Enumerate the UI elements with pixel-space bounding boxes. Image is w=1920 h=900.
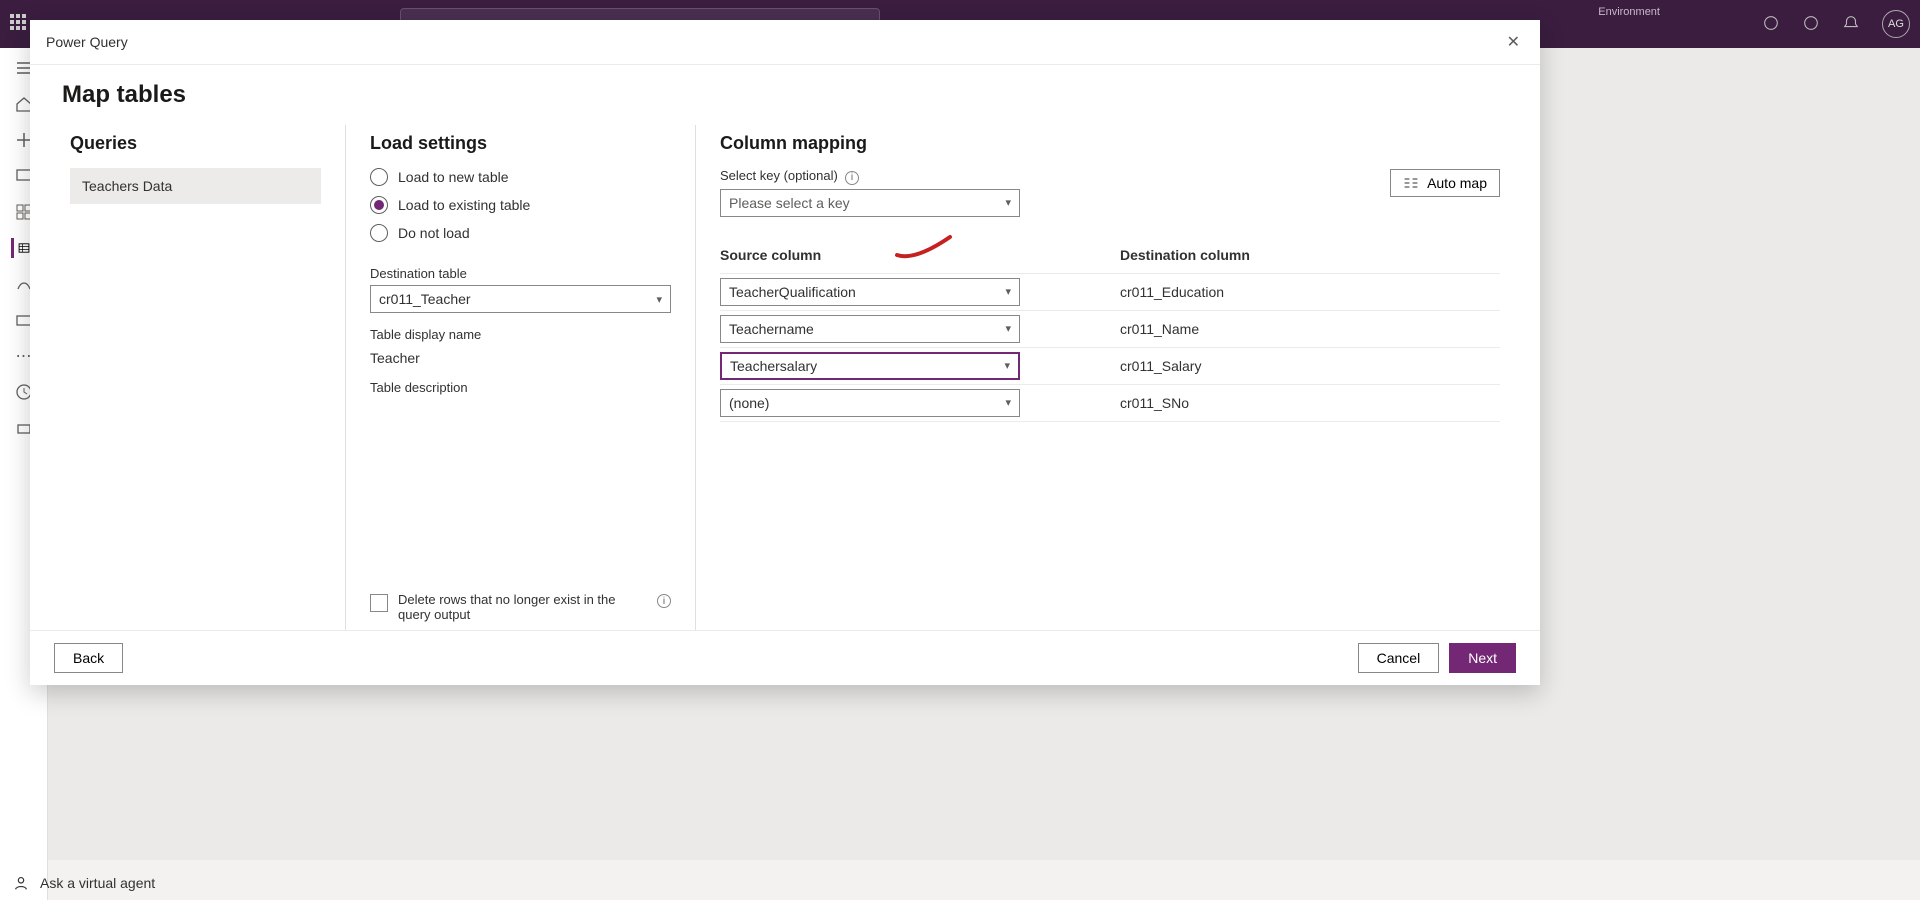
load-title: Load settings bbox=[370, 133, 671, 154]
query-item[interactable]: Teachers Data bbox=[70, 168, 321, 204]
radio-icon bbox=[370, 224, 388, 242]
select-value: cr011_Teacher bbox=[379, 291, 471, 307]
virtual-agent-label: Ask a virtual agent bbox=[40, 875, 155, 891]
table-description-label: Table description bbox=[370, 380, 671, 395]
mapping-row: (none) ▾ cr011_SNo bbox=[720, 384, 1500, 422]
radio-label: Load to existing table bbox=[398, 197, 530, 213]
mapping-row: Teachername ▾ cr011_Name bbox=[720, 310, 1500, 347]
automap-icon bbox=[1403, 176, 1419, 190]
select-placeholder: Please select a key bbox=[729, 195, 850, 211]
mapping-title: Column mapping bbox=[720, 133, 1020, 154]
delete-rows-checkbox[interactable]: Delete rows that no longer exist in the … bbox=[370, 552, 671, 622]
table-display-name-value: Teacher bbox=[370, 350, 671, 366]
mapping-row: TeacherQualification ▾ cr011_Education bbox=[720, 273, 1500, 310]
destination-table-select[interactable]: cr011_Teacher ▾ bbox=[370, 285, 671, 313]
radio-label: Do not load bbox=[398, 225, 470, 241]
source-column-select[interactable]: Teachersalary ▾ bbox=[720, 352, 1020, 380]
back-button[interactable]: Back bbox=[54, 643, 123, 673]
virtual-agent-link[interactable]: Ask a virtual agent bbox=[12, 874, 155, 892]
power-query-modal: Power Query ✕ Map tables Queries Teacher… bbox=[30, 20, 1540, 685]
source-column-select[interactable]: Teachername ▾ bbox=[720, 315, 1020, 343]
destination-column-header: Destination column bbox=[1120, 247, 1500, 263]
annotation-swoosh bbox=[895, 233, 955, 261]
info-icon[interactable]: i bbox=[845, 171, 859, 185]
queries-title: Queries bbox=[70, 133, 321, 154]
table-display-name-label: Table display name bbox=[370, 327, 671, 342]
auto-map-button[interactable]: Auto map bbox=[1390, 169, 1500, 197]
destination-column-value: cr011_Education bbox=[1020, 284, 1500, 300]
chevron-down-icon: ▾ bbox=[656, 293, 662, 306]
environment-label[interactable]: Environment bbox=[1598, 6, 1660, 18]
help-icon[interactable] bbox=[1802, 14, 1820, 32]
column-mapping-panel: Column mapping Select key (optional) i P… bbox=[696, 125, 1524, 630]
destination-column-value: cr011_Name bbox=[1020, 321, 1500, 337]
cancel-button[interactable]: Cancel bbox=[1358, 643, 1440, 673]
page-heading: Map tables bbox=[30, 65, 1540, 117]
waffle-icon[interactable] bbox=[10, 14, 30, 34]
select-key-label: Select key (optional) i bbox=[720, 168, 1020, 185]
select-value: TeacherQualification bbox=[729, 284, 856, 300]
chat-icon bbox=[12, 874, 30, 892]
radio-load-existing[interactable]: Load to existing table bbox=[370, 196, 671, 214]
checkbox-icon bbox=[370, 594, 388, 612]
select-value: (none) bbox=[729, 395, 769, 411]
notification-icon[interactable] bbox=[1842, 14, 1860, 32]
settings-icon[interactable] bbox=[1762, 14, 1780, 32]
user-avatar[interactable]: AG bbox=[1882, 10, 1910, 38]
destination-column-value: cr011_Salary bbox=[1020, 358, 1500, 374]
checkbox-label: Delete rows that no longer exist in the … bbox=[398, 592, 647, 622]
radio-do-not-load[interactable]: Do not load bbox=[370, 224, 671, 242]
select-key-dropdown[interactable]: Please select a key ▾ bbox=[720, 189, 1020, 217]
info-icon[interactable]: i bbox=[657, 594, 671, 608]
destination-column-value: cr011_SNo bbox=[1020, 395, 1500, 411]
source-column-select[interactable]: TeacherQualification ▾ bbox=[720, 278, 1020, 306]
source-column-select[interactable]: (none) ▾ bbox=[720, 389, 1020, 417]
modal-titlebar: Power Query ✕ bbox=[30, 20, 1540, 65]
next-button[interactable]: Next bbox=[1449, 643, 1516, 673]
radio-icon bbox=[370, 168, 388, 186]
select-value: Teachersalary bbox=[730, 358, 817, 374]
queries-panel: Queries Teachers Data bbox=[46, 125, 346, 630]
chevron-down-icon: ▾ bbox=[1004, 359, 1010, 372]
mapping-row: Teachersalary ▾ cr011_Salary bbox=[720, 347, 1500, 384]
select-value: Teachername bbox=[729, 321, 814, 337]
close-icon[interactable]: ✕ bbox=[1503, 28, 1524, 56]
chevron-down-icon: ▾ bbox=[1005, 285, 1011, 298]
chevron-down-icon: ▾ bbox=[1005, 196, 1011, 209]
chevron-down-icon: ▾ bbox=[1005, 322, 1011, 335]
radio-label: Load to new table bbox=[398, 169, 509, 185]
modal-footer: Back Cancel Next bbox=[30, 630, 1540, 685]
chevron-down-icon: ▾ bbox=[1005, 396, 1011, 409]
radio-icon bbox=[370, 196, 388, 214]
table-icon[interactable] bbox=[11, 238, 31, 258]
radio-load-new[interactable]: Load to new table bbox=[370, 168, 671, 186]
destination-table-label: Destination table bbox=[370, 266, 671, 281]
automap-label: Auto map bbox=[1427, 175, 1487, 191]
load-settings-panel: Load settings Load to new table Load to … bbox=[346, 125, 696, 630]
mapping-table: Source column Destination column Teacher… bbox=[720, 247, 1500, 422]
modal-title-text: Power Query bbox=[46, 34, 128, 50]
